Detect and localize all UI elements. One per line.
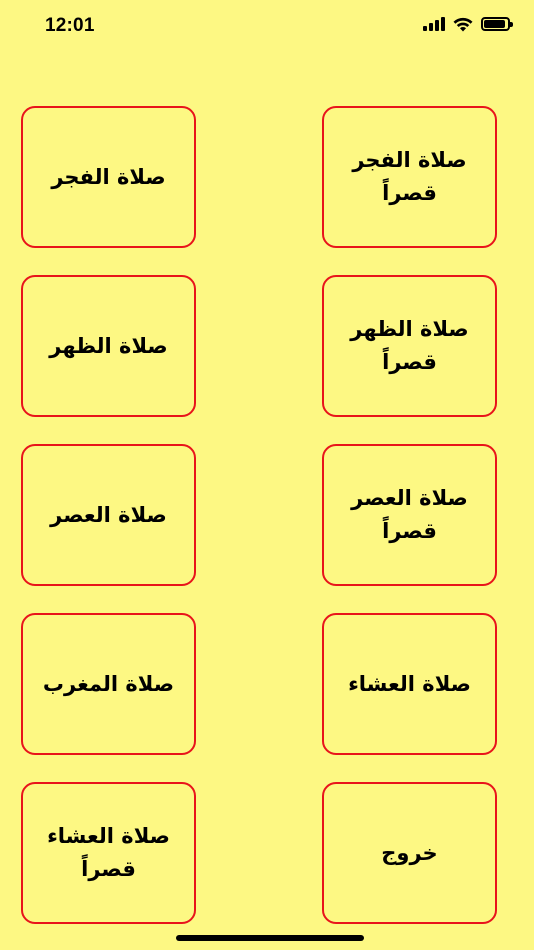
asr-qasr-button[interactable]: صلاة العصر قصراً xyxy=(322,444,497,586)
dhuhr-label: صلاة الظهر xyxy=(49,333,168,358)
fajr-qasr-label: صلاة الفجر قصراً xyxy=(352,148,467,205)
asr-qasr-label: صلاة العصر قصراً xyxy=(351,486,468,543)
asr-button[interactable]: صلاة العصر xyxy=(21,444,196,586)
cellular-signal-icon xyxy=(423,17,445,31)
isha-qasr-label: صلاة العشاء قصراً xyxy=(47,824,170,881)
dhuhr-button[interactable]: صلاة الظهر xyxy=(21,275,196,417)
status-time: 12:01 xyxy=(45,15,95,36)
isha-qasr-button[interactable]: صلاة العشاء قصراً xyxy=(21,782,196,924)
exit-button[interactable]: خروج xyxy=(322,782,497,924)
maghrib-label: صلاة المغرب xyxy=(42,671,175,696)
fajr-button[interactable]: صلاة الفجر xyxy=(21,106,196,248)
fajr-label: صلاة الفجر xyxy=(51,164,166,189)
asr-label: صلاة العصر xyxy=(50,502,167,527)
battery-level xyxy=(484,20,505,28)
battery-icon xyxy=(481,17,513,31)
isha-label: صلاة العشاء xyxy=(348,671,471,696)
wifi-icon xyxy=(453,17,473,32)
isha-button[interactable]: صلاة العشاء xyxy=(322,613,497,755)
status-bar: 12:01 xyxy=(0,0,534,56)
dhuhr-qasr-label: صلاة الظهر قصراً xyxy=(350,317,469,374)
home-indicator[interactable] xyxy=(176,935,364,941)
fajr-qasr-button[interactable]: صلاة الفجر قصراً xyxy=(322,106,497,248)
dhuhr-qasr-button[interactable]: صلاة الظهر قصراً xyxy=(322,275,497,417)
exit-label: خروج xyxy=(381,840,438,865)
status-icons xyxy=(423,16,513,32)
maghrib-button[interactable]: صلاة المغرب xyxy=(21,613,196,755)
